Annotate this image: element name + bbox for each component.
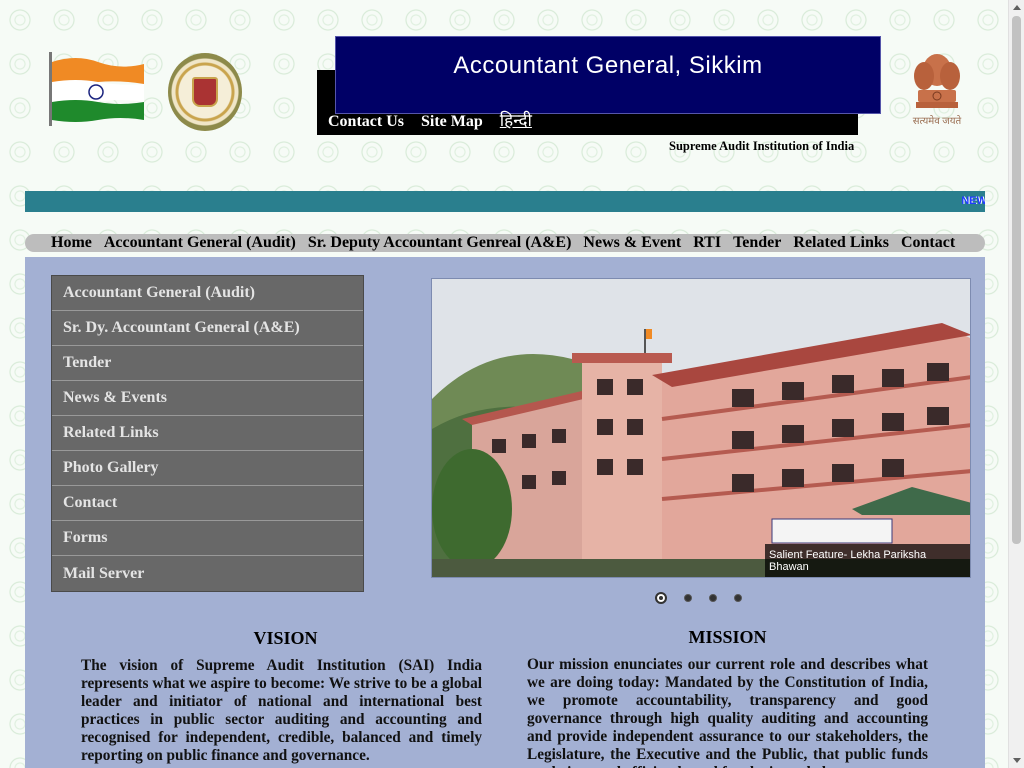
vision-heading: VISION [253, 628, 318, 648]
main-nav: Home Accountant General (Audit) Sr. Depu… [25, 234, 985, 252]
side-menu-item-tender[interactable]: Tender [52, 346, 363, 381]
nav-rti[interactable]: RTI [693, 234, 721, 252]
side-menu-item-contact[interactable]: Contact [52, 486, 363, 521]
india-flag-icon [49, 52, 144, 126]
title-banner: Accountant General, Sikkim [335, 36, 881, 114]
side-menu-item-photo-gallery[interactable]: Photo Gallery [52, 451, 363, 486]
new-badge: NEW [961, 195, 985, 207]
nav-sr-deputy-accountant-general[interactable]: Sr. Deputy Accountant Genreal (A&E) [308, 234, 572, 252]
slide-dot-4[interactable] [734, 594, 742, 602]
page-scrollbar[interactable] [1008, 0, 1024, 768]
side-menu-item-sr-dy-accountant-general[interactable]: Sr. Dy. Accountant General (A&E) [52, 311, 363, 346]
slide-dot-1[interactable] [655, 592, 667, 604]
slide-dot-3[interactable] [709, 594, 717, 602]
news-ticker[interactable]: NEW [25, 191, 985, 212]
mission-heading: MISSION [688, 627, 767, 647]
side-menu-item-forms[interactable]: Forms [52, 521, 363, 556]
scroll-up-icon[interactable] [1013, 5, 1021, 10]
tagline: Supreme Audit Institution of India [669, 139, 855, 153]
contact-us-link[interactable]: Contact Us [328, 113, 404, 131]
cag-seal-logo [168, 53, 242, 131]
side-menu-item-related-links[interactable]: Related Links [52, 416, 363, 451]
top-links: Contact Us Site Map हिन्दी [328, 108, 532, 131]
building-photo [432, 279, 970, 577]
vision-text: The vision of Supreme Audit Institution … [81, 657, 482, 764]
slide-dot-2[interactable] [684, 594, 692, 602]
nav-related-links[interactable]: Related Links [793, 234, 889, 252]
slideshow[interactable] [431, 278, 971, 578]
side-menu: Accountant General (Audit) Sr. Dy. Accou… [51, 275, 364, 592]
slide-caption: Salient Feature- Lekha Pariksha Bhawan [765, 544, 970, 577]
nav-accountant-general-audit[interactable]: Accountant General (Audit) [104, 234, 296, 252]
hindi-language-link[interactable]: हिन्दी [500, 108, 532, 131]
site-map-link[interactable]: Site Map [421, 113, 483, 131]
side-menu-item-mail-server[interactable]: Mail Server [52, 556, 363, 591]
scroll-down-icon[interactable] [1013, 758, 1021, 763]
site-title: Accountant General, Sikkim [453, 52, 763, 79]
emblem-caption: सत्यमेव जयते [912, 116, 962, 127]
nav-news-event[interactable]: News & Event [583, 234, 681, 252]
scroll-thumb[interactable] [1012, 16, 1021, 544]
side-menu-item-news-events[interactable]: News & Events [52, 381, 363, 416]
cag-seal-shield-icon [192, 77, 218, 107]
slideshow-pager [655, 592, 742, 604]
side-menu-item-accountant-general-audit[interactable]: Accountant General (Audit) [52, 276, 363, 311]
nav-contact[interactable]: Contact [901, 234, 955, 252]
mission-text: Our mission enunciates our current role … [527, 656, 928, 768]
nav-home[interactable]: Home [51, 234, 92, 252]
nav-tender[interactable]: Tender [733, 234, 781, 252]
